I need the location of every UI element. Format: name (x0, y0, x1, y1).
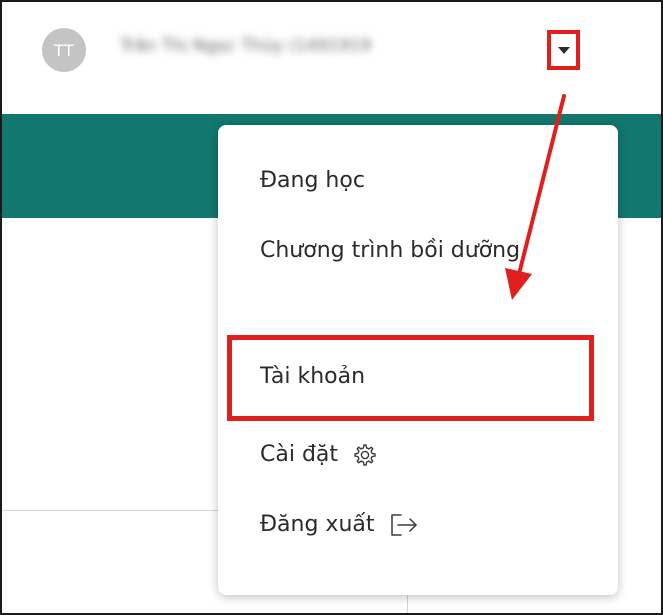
gear-icon (352, 442, 378, 468)
username-label: Trần Thị Ngọc Thủy (1491919 (120, 36, 372, 56)
menu-item-account[interactable]: Tài khoản (260, 361, 365, 393)
menu-item-label: Cài đặt (260, 442, 339, 467)
app-frame: TT Trần Thị Ngọc Thủy (1491919 Đang học … (0, 0, 663, 615)
avatar[interactable]: TT (42, 28, 86, 72)
menu-item-learning[interactable]: Đang học (260, 165, 365, 197)
logout-icon (389, 511, 419, 539)
caret-down-icon (557, 46, 570, 54)
menu-item-settings[interactable]: Cài đặt (260, 439, 378, 471)
menu-item-logout[interactable]: Đăng xuất (260, 509, 419, 541)
menu-item-label: Tài khoản (260, 364, 366, 389)
account-dropdown-button[interactable] (547, 30, 580, 70)
menu-item-label: Chương trình bồi dưỡng (260, 238, 521, 263)
menu-item-label: Đang học (260, 168, 365, 193)
menu-item-training-program[interactable]: Chương trình bồi dưỡng (260, 235, 540, 267)
account-dropdown-menu: Đang học Chương trình bồi dưỡng Tài khoả… (218, 125, 618, 595)
menu-item-label: Đăng xuất (260, 512, 375, 537)
header-bar: TT Trần Thị Ngọc Thủy (1491919 (2, 2, 661, 112)
